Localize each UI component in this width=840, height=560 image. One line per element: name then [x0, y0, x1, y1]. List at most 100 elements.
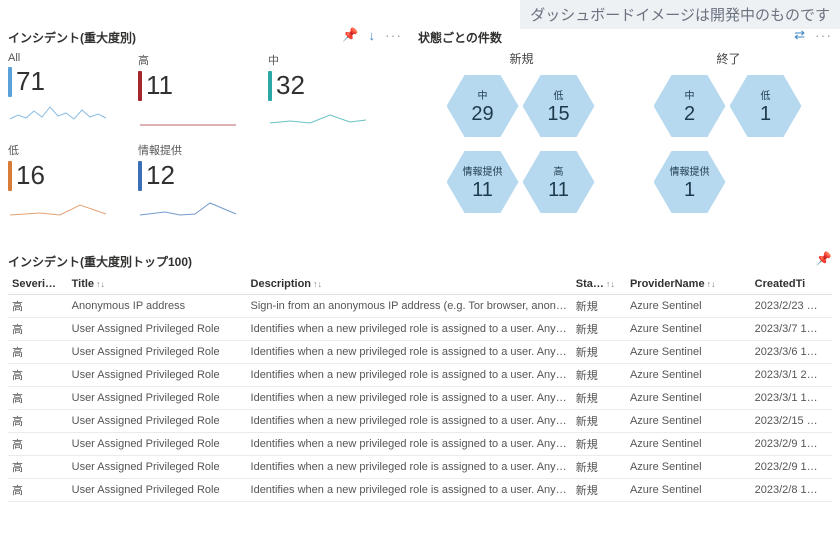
cell-status: 新規 — [572, 410, 626, 433]
cell-title: User Assigned Privileged Role — [68, 479, 247, 502]
dashboard-top-row: インシデント(重大度別) 📌 ↓ ··· All71高11中32低16情報提供1… — [0, 0, 840, 249]
incidents-tbody: 高Anonymous IP addressSign-in from an ano… — [8, 295, 832, 502]
cell-prov: Azure Sentinel — [626, 364, 751, 387]
cell-desc: Identifies when a new privileged role is… — [247, 410, 572, 433]
cell-sev: 高 — [8, 318, 68, 341]
sort-icon: ↑↓ — [58, 279, 67, 289]
metric-value: 16 — [16, 160, 45, 191]
metric-color-bar — [8, 161, 12, 191]
sparkline-icon — [268, 105, 368, 127]
cell-sev: 高 — [8, 479, 68, 502]
table-row[interactable]: 高User Assigned Privileged RoleIdentifies… — [8, 387, 832, 410]
table-row[interactable]: 高User Assigned Privileged RoleIdentifies… — [8, 318, 832, 341]
cell-desc: Identifies when a new privileged role is… — [247, 318, 572, 341]
hex-tile[interactable]: 高11 — [523, 151, 595, 213]
severity-metric[interactable]: All71 — [8, 50, 138, 140]
severity-panel-actions: 📌 ↓ ··· — [342, 27, 402, 43]
metric-label: 中 — [268, 52, 398, 68]
metric-color-bar — [268, 71, 272, 101]
refresh-icon[interactable]: ⇄ — [794, 27, 805, 43]
download-icon[interactable]: ↓ — [369, 28, 376, 43]
hex-tile[interactable]: 情報提供1 — [654, 151, 726, 213]
table-row[interactable]: 高User Assigned Privileged RoleIdentifies… — [8, 479, 832, 502]
status-panel-actions: ⇄ ··· — [794, 27, 832, 43]
severity-metric[interactable]: 情報提供12 — [138, 140, 268, 230]
cell-created: 2023/2/9 1… — [751, 433, 832, 456]
hex-group: 中2低1情報提供1 — [644, 73, 814, 233]
hex-tile[interactable]: 情報提供11 — [447, 151, 519, 213]
cell-created: 2023/2/15 … — [751, 410, 832, 433]
status-cluster: 新規中29低15情報提供11高11 — [437, 50, 607, 233]
hex-value: 11 — [472, 179, 493, 202]
cell-prov: Azure Sentinel — [626, 341, 751, 364]
cell-desc: Sign-in from an anonymous IP address (e.… — [247, 295, 572, 318]
cell-title: User Assigned Privileged Role — [68, 341, 247, 364]
cell-status: 新規 — [572, 341, 626, 364]
hex-label: 中 — [478, 87, 488, 102]
hex-tile[interactable]: 中2 — [654, 75, 726, 137]
hex-value: 15 — [547, 103, 569, 126]
col-provider[interactable]: ProviderName↑↓ — [626, 274, 751, 295]
sparkline-icon — [8, 101, 108, 123]
cell-status: 新規 — [572, 295, 626, 318]
metric-color-bar — [8, 67, 12, 97]
table-row[interactable]: 高User Assigned Privileged RoleIdentifies… — [8, 341, 832, 364]
hex-tile[interactable]: 中29 — [447, 75, 519, 137]
pin-icon[interactable]: 📌 — [342, 27, 358, 43]
metric-value: 32 — [276, 70, 305, 101]
cell-created: 2023/2/23 … — [751, 295, 832, 318]
cell-sev: 高 — [8, 387, 68, 410]
severity-metric[interactable]: 中 32 — [268, 50, 398, 140]
cell-desc: Identifies when a new privileged role is… — [247, 479, 572, 502]
col-created[interactable]: CreatedTi — [751, 274, 832, 295]
hex-label: 情報提供 — [463, 163, 503, 178]
hex-value: 1 — [684, 179, 695, 202]
table-row[interactable]: 高User Assigned Privileged RoleIdentifies… — [8, 410, 832, 433]
hex-value: 11 — [548, 179, 569, 202]
metric-color-bar — [138, 161, 142, 191]
cell-created: 2023/3/6 1… — [751, 341, 832, 364]
hex-tile[interactable]: 低1 — [730, 75, 802, 137]
metric-value: 12 — [146, 160, 175, 191]
sparkline-icon — [8, 195, 108, 217]
cell-sev: 高 — [8, 410, 68, 433]
table-row[interactable]: 高User Assigned Privileged RoleIdentifies… — [8, 433, 832, 456]
sort-icon: ↑↓ — [606, 279, 615, 289]
cell-prov: Azure Sentinel — [626, 387, 751, 410]
cell-title: Anonymous IP address — [68, 295, 247, 318]
cell-status: 新規 — [572, 433, 626, 456]
more-icon[interactable]: ··· — [815, 27, 832, 43]
cell-title: User Assigned Privileged Role — [68, 456, 247, 479]
col-status[interactable]: Sta…↑↓ — [572, 274, 626, 295]
metric-label: 低 — [8, 142, 138, 158]
hex-label: 高 — [554, 163, 564, 178]
cell-prov: Azure Sentinel — [626, 295, 751, 318]
table-row[interactable]: 高User Assigned Privileged RoleIdentifies… — [8, 364, 832, 387]
metric-value: 11 — [146, 70, 173, 101]
cell-status: 新規 — [572, 456, 626, 479]
cell-sev: 高 — [8, 433, 68, 456]
more-icon[interactable]: ··· — [385, 27, 402, 43]
cell-prov: Azure Sentinel — [626, 479, 751, 502]
cell-created: 2023/3/7 1… — [751, 318, 832, 341]
cell-prov: Azure Sentinel — [626, 318, 751, 341]
metric-label: 高 — [138, 52, 268, 68]
incidents-table: Severi…↑↓ Title↑↓ Description↑↓ Sta…↑↓ P… — [8, 274, 832, 502]
cell-created: 2023/2/8 1… — [751, 479, 832, 502]
col-description[interactable]: Description↑↓ — [247, 274, 572, 295]
cell-status: 新規 — [572, 364, 626, 387]
cell-sev: 高 — [8, 295, 68, 318]
cell-title: User Assigned Privileged Role — [68, 318, 247, 341]
pin-icon[interactable]: 📌 — [816, 251, 832, 267]
table-row[interactable]: 高User Assigned Privileged RoleIdentifies… — [8, 456, 832, 479]
col-title[interactable]: Title↑↓ — [68, 274, 247, 295]
hex-label: 中 — [685, 87, 695, 102]
cell-status: 新規 — [572, 318, 626, 341]
hex-tile[interactable]: 低15 — [523, 75, 595, 137]
severity-metric[interactable]: 低 16 — [8, 140, 138, 230]
table-row[interactable]: 高Anonymous IP addressSign-in from an ano… — [8, 295, 832, 318]
cell-desc: Identifies when a new privileged role is… — [247, 364, 572, 387]
col-severity[interactable]: Severi…↑↓ — [8, 274, 68, 295]
severity-metric[interactable]: 高 11 — [138, 50, 268, 140]
cell-desc: Identifies when a new privileged role is… — [247, 341, 572, 364]
